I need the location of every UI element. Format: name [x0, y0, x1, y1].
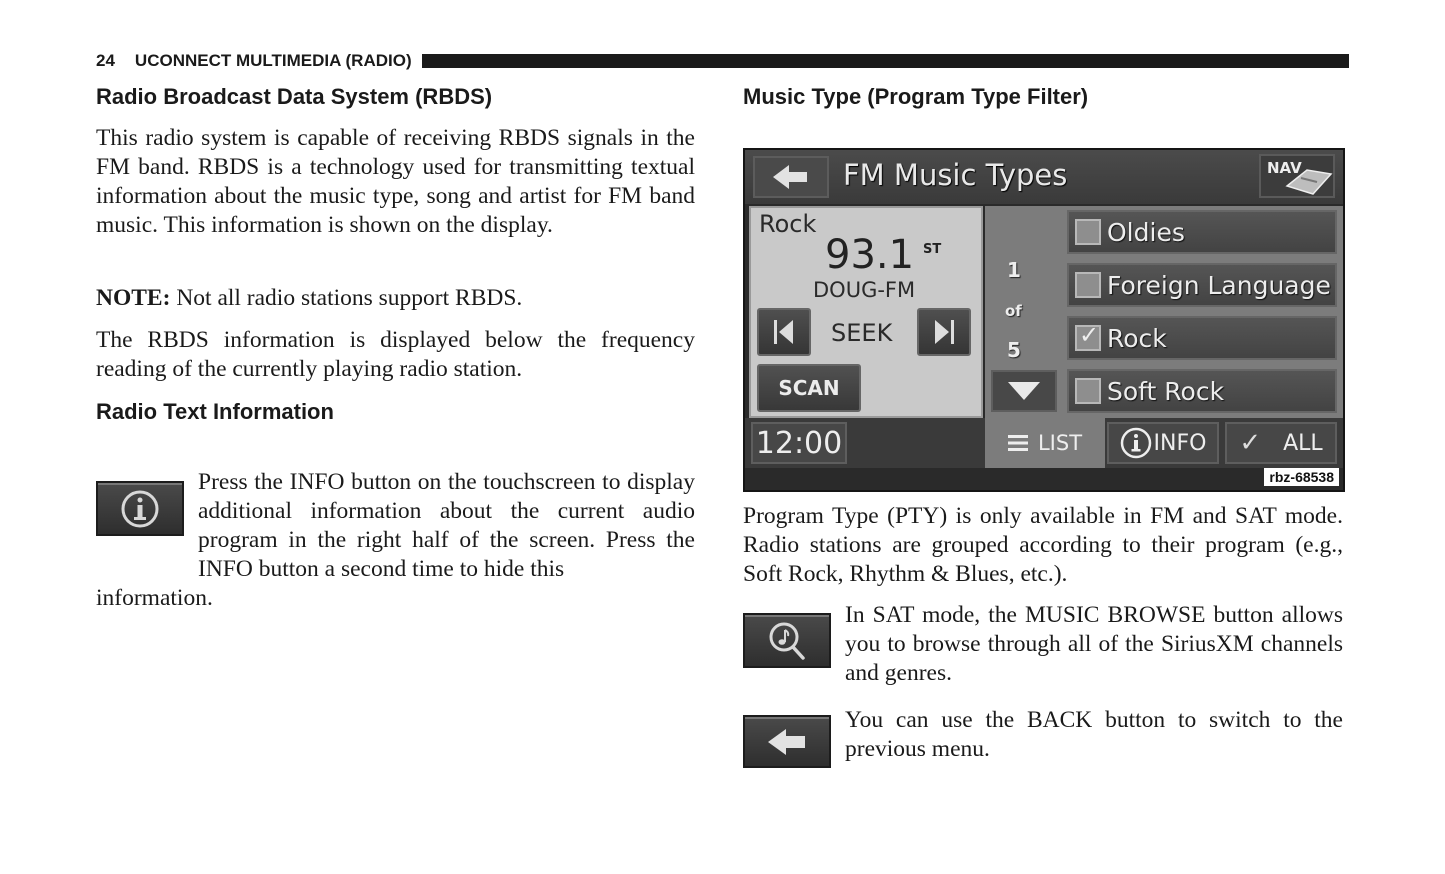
- back-paragraph: You can use the BACK button to switch to…: [845, 707, 1343, 762]
- music-type-label: Oldies: [1107, 217, 1185, 247]
- info-paragraph: Press the INFO button on the touchscreen…: [198, 469, 695, 582]
- info-icon: [121, 490, 159, 527]
- stereo-indicator: ST: [923, 242, 942, 257]
- music-types-panel: 1 of 5 Oldies Foreign Language ✓ Rock So…: [985, 206, 1343, 418]
- program-type-label: Rock: [759, 210, 817, 238]
- screen-back-button[interactable]: [753, 156, 829, 198]
- note-paragraph: NOTE: Not all radio stations support RBD…: [96, 284, 695, 313]
- note-label: NOTE:: [96, 285, 171, 311]
- music-type-label: Soft Rock: [1107, 376, 1225, 406]
- info-paragraph-end: information.: [96, 585, 213, 611]
- checkmark-icon: ✓: [1079, 321, 1100, 349]
- section-title: UCONNECT MULTIMEDIA (RADIO): [134, 51, 412, 70]
- pager-total: 5: [1007, 338, 1021, 362]
- checkbox[interactable]: [1075, 272, 1101, 298]
- back-arrow-icon: [768, 728, 805, 755]
- page-header: 24 UCONNECT MULTIMEDIA (RADIO): [96, 50, 1349, 72]
- checkbox-checked[interactable]: ✓: [1075, 321, 1101, 351]
- radio-text-heading: Radio Text Information: [96, 399, 334, 424]
- scan-button[interactable]: SCAN: [757, 364, 861, 412]
- map-icon: [1285, 169, 1333, 195]
- rbds-display-paragraph: The RBDS information is displayed below …: [96, 327, 695, 382]
- music-browse-button-image: [743, 613, 831, 668]
- info-button[interactable]: INFO: [1107, 422, 1219, 464]
- pager-of: of: [1005, 302, 1022, 320]
- seek-label: SEEK: [831, 319, 893, 347]
- seek-up-button[interactable]: [917, 308, 971, 356]
- clock: 12:00: [751, 422, 847, 464]
- now-playing-panel: Rock 93.1 ST DOUG-FM SEEK SCAN: [749, 206, 983, 418]
- rbds-paragraph: This radio system is capable of receivin…: [96, 125, 695, 238]
- arrow-down-icon: [1008, 382, 1040, 400]
- radio-screen-figure: FM Music Types NAV Rock 93.1 ST DOUG-FM …: [743, 148, 1345, 492]
- info-label: INFO: [1153, 430, 1207, 456]
- music-type-item[interactable]: Foreign Language: [1067, 263, 1337, 307]
- screen-title-bar: FM Music Types NAV: [745, 150, 1343, 204]
- pager-current: 1: [1007, 258, 1021, 282]
- skip-next-icon: [935, 320, 954, 344]
- nav-button[interactable]: NAV: [1259, 154, 1335, 198]
- checkbox[interactable]: [1075, 219, 1101, 245]
- list-button[interactable]: LIST: [985, 418, 1105, 468]
- music-type-item[interactable]: Oldies: [1067, 210, 1337, 254]
- music-type-label: Foreign Language: [1107, 270, 1331, 300]
- list-icon: [1007, 435, 1028, 451]
- note-text: Not all radio stations support RBDS.: [170, 285, 523, 311]
- figure-code: rbz-68538: [1264, 468, 1339, 486]
- info-button-image: [96, 481, 184, 536]
- seek-down-button[interactable]: [757, 308, 811, 356]
- station-name: DOUG-FM: [813, 278, 916, 302]
- back-button-image: [743, 715, 831, 768]
- header-rule: [421, 54, 1349, 68]
- checkmark-icon: ✓: [1239, 428, 1262, 458]
- scroll-down-button[interactable]: [991, 370, 1057, 412]
- page-number: 24: [96, 51, 115, 70]
- pty-paragraph: Program Type (PTY) is only available in …: [743, 503, 1343, 587]
- music-type-item[interactable]: ✓ Rock: [1067, 316, 1337, 360]
- screen-title: FM Music Types: [843, 158, 1068, 192]
- all-label: ALL: [1283, 430, 1323, 456]
- list-label: LIST: [1037, 431, 1083, 455]
- music-browse-icon: [769, 622, 805, 660]
- skip-previous-icon: [774, 320, 793, 344]
- info-icon: [1120, 427, 1151, 459]
- frequency: 93.1: [825, 232, 915, 278]
- select-all-button[interactable]: ✓ ALL: [1225, 422, 1337, 464]
- music-type-label: Rock: [1107, 323, 1167, 353]
- checkbox[interactable]: [1075, 378, 1101, 404]
- music-browse-paragraph: In SAT mode, the MUSIC BROWSE button all…: [845, 602, 1343, 686]
- screen-bottom-bar: 12:00 LIST INFO ✓ ALL: [745, 418, 1343, 468]
- back-arrow-icon: [773, 165, 807, 189]
- music-type-heading: Music Type (Program Type Filter): [743, 84, 1089, 109]
- music-type-item[interactable]: Soft Rock: [1067, 369, 1337, 413]
- rbds-heading: Radio Broadcast Data System (RBDS): [96, 84, 493, 109]
